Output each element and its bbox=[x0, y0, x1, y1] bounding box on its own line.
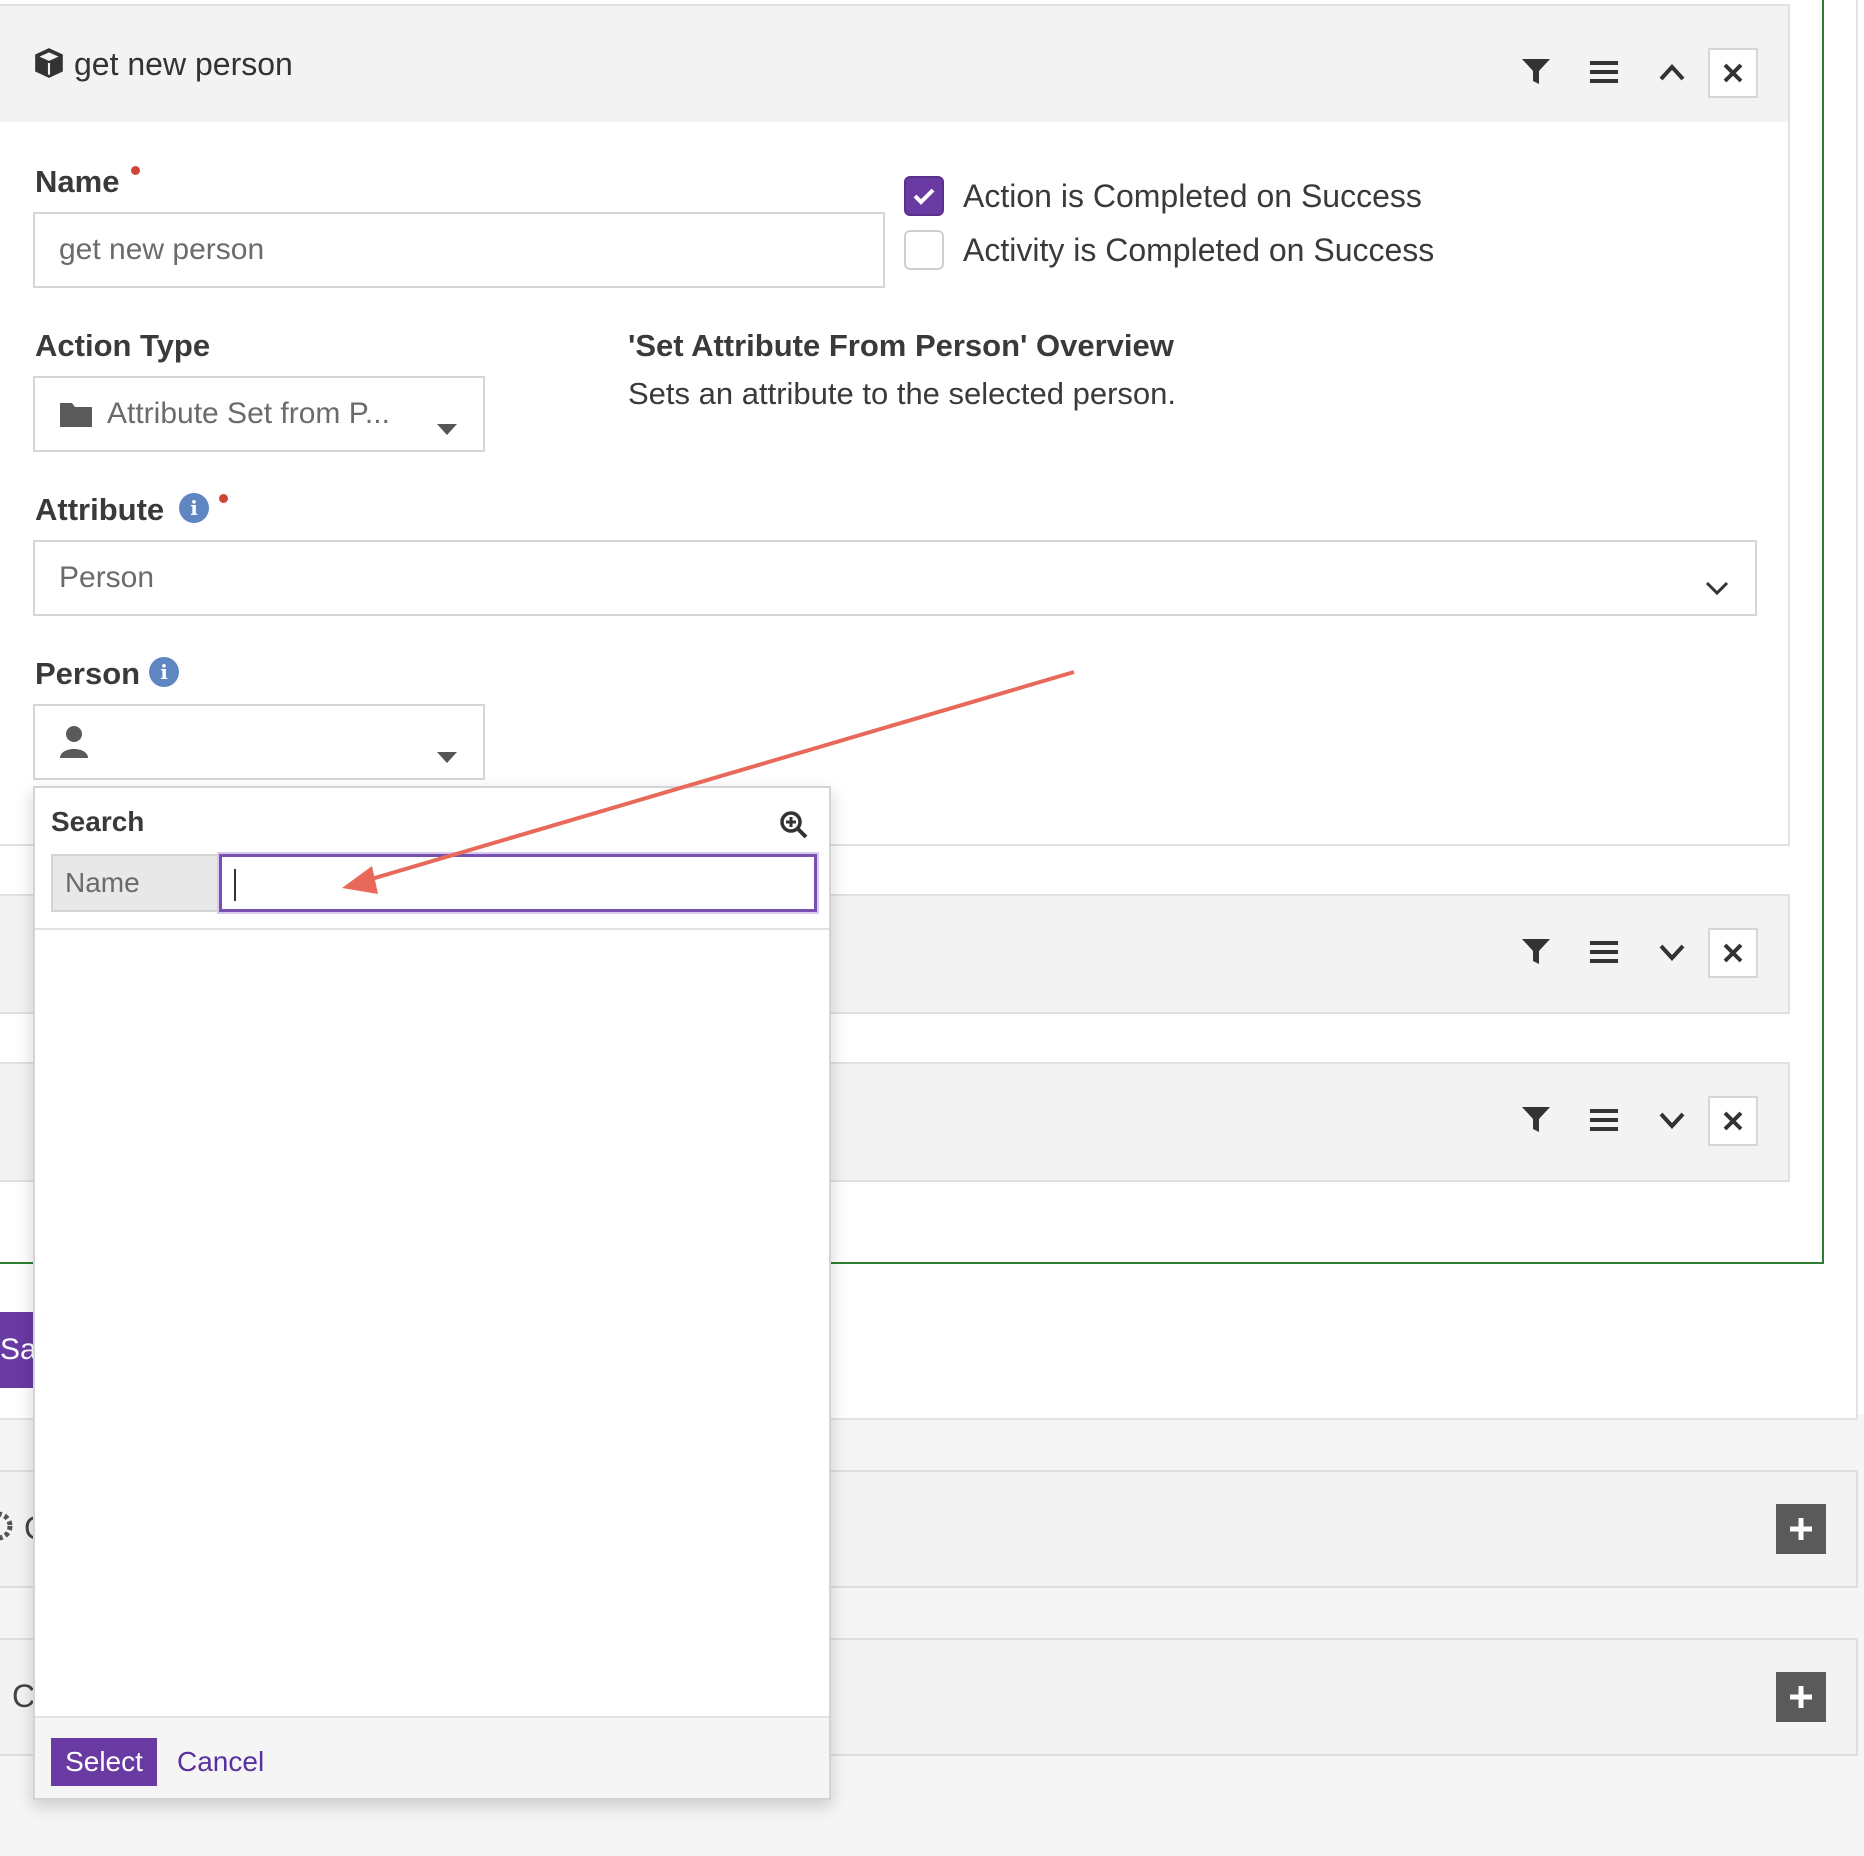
annotation-arrow bbox=[342, 670, 1075, 894]
